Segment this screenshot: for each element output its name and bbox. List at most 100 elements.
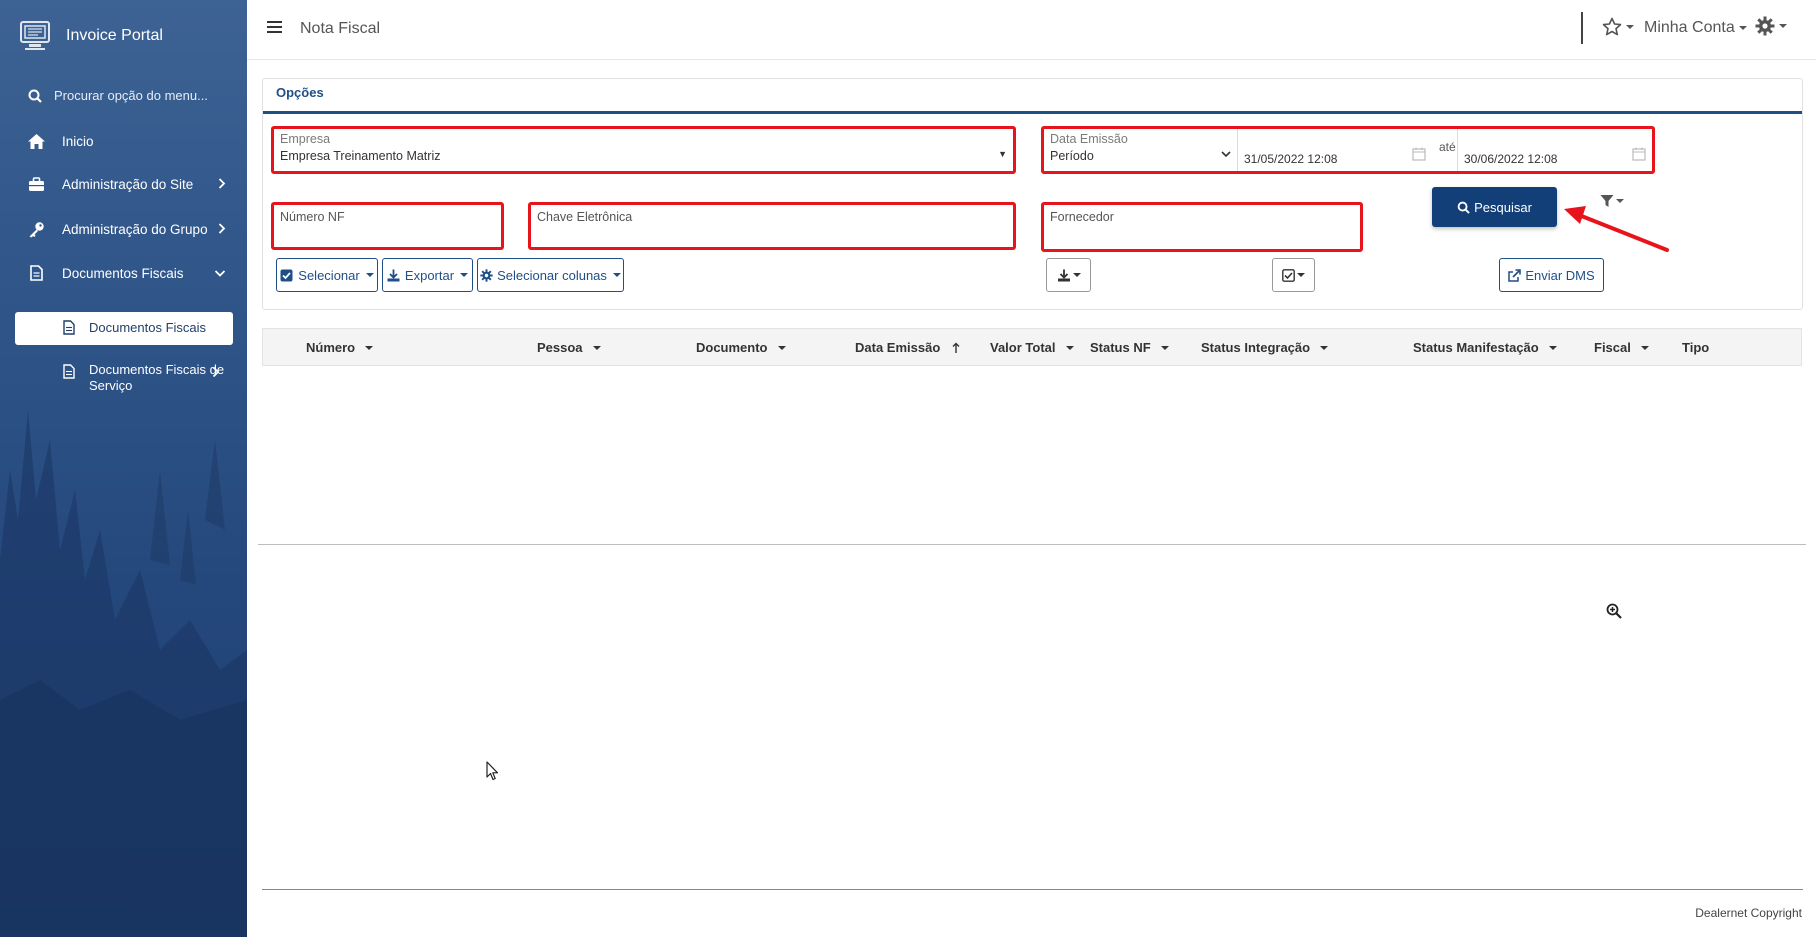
settings-button[interactable] — [1755, 16, 1787, 36]
favorites-button[interactable] — [1602, 17, 1634, 37]
exportar-label: Exportar — [404, 267, 455, 283]
chevron-right-icon — [218, 222, 226, 237]
document-icon — [63, 320, 77, 338]
column-header-status-nf[interactable]: Status NF — [1090, 340, 1169, 355]
caret-down-icon — [365, 273, 374, 277]
sort-caret-icon — [777, 345, 786, 350]
checkbox-checked-icon — [280, 269, 293, 281]
column-header-status-integracao[interactable]: Status Integração — [1201, 340, 1329, 355]
caret-down-icon — [612, 273, 621, 277]
briefcase-icon — [26, 177, 46, 192]
home-icon — [26, 133, 46, 150]
annotation-arrow — [1564, 206, 1669, 252]
exportar-button[interactable]: Exportar — [382, 258, 473, 292]
share-icon — [1508, 268, 1522, 282]
chave-eletronica-label: Chave Eletrônica — [537, 210, 633, 224]
footer-copyright: Dealernet Copyright — [1695, 906, 1802, 920]
chevron-down-icon — [214, 266, 226, 281]
column-header-label: Tipo — [1682, 340, 1710, 355]
selecionar-button[interactable]: Selecionar — [276, 258, 378, 292]
sort-caret-icon — [1640, 345, 1649, 350]
date-to-value: 30/06/2022 12:08 — [1464, 152, 1558, 166]
chevron-right-icon — [218, 177, 226, 192]
caret-down-icon — [1297, 273, 1305, 277]
column-header-label: Status Manifestação — [1413, 340, 1539, 355]
options-title: Opções — [276, 85, 324, 100]
top-header: Nota Fiscal Minha Conta — [247, 0, 1816, 60]
download-options-button[interactable] — [1046, 258, 1091, 292]
sidebar-subitem-documentos-fiscais[interactable]: Documentos Fiscais — [15, 312, 233, 345]
download-icon — [1057, 269, 1070, 281]
menu-search-placeholder: Procurar opção do menu... — [54, 88, 208, 103]
download-icon — [387, 269, 400, 281]
document-icon — [26, 265, 46, 281]
sidebar-item-documentos-fiscais[interactable]: Documentos Fiscais — [26, 265, 226, 281]
data-emissao-group: Data Emissão Período 31/05/2022 12:08 at… — [1041, 126, 1655, 174]
sidebar-item-label: Administração do Grupo — [62, 222, 208, 237]
page-title: Nota Fiscal — [300, 20, 381, 37]
numero-nf-label: Número NF — [280, 210, 345, 224]
column-header-fiscal[interactable]: Fiscal — [1594, 340, 1649, 355]
sort-ascending-icon — [952, 342, 960, 353]
enviar-dms-label: Enviar DMS — [1525, 267, 1595, 283]
selecionar-colunas-label: Selecionar colunas — [497, 267, 607, 283]
chevron-right-icon — [212, 366, 220, 381]
empresa-value: Empresa Treinamento Matriz — [280, 149, 441, 163]
selecionar-colunas-button[interactable]: Selecionar colunas — [477, 258, 624, 292]
data-emissao-label: Data Emissão — [1050, 132, 1128, 146]
enviar-dms-button[interactable]: Enviar DMS — [1499, 258, 1604, 292]
sidebar-item-label: Inicio — [62, 134, 94, 149]
chevron-down-icon — [1221, 145, 1231, 161]
pesquisar-label: Pesquisar — [1474, 199, 1532, 215]
key-icon — [26, 221, 46, 238]
numero-nf-input[interactable]: Número NF — [271, 202, 504, 250]
sidebar-subitem-label: Documentos Fiscais de Serviço — [89, 362, 224, 394]
column-header-label: Documento — [696, 340, 768, 355]
sort-caret-icon — [592, 345, 601, 350]
gear-icon — [1755, 16, 1775, 36]
sort-caret-icon — [1160, 345, 1169, 350]
sidebar-subitem-label: Documentos Fiscais — [89, 320, 207, 335]
sort-caret-icon — [1320, 345, 1329, 350]
date-from-input[interactable]: 31/05/2022 12:08 — [1237, 129, 1432, 171]
brand[interactable]: Invoice Portal — [18, 16, 163, 56]
column-header-data-emissao[interactable]: Data Emissão — [855, 340, 960, 355]
column-header-status-manifestacao[interactable]: Status Manifestação — [1413, 340, 1557, 355]
column-header-valor-total[interactable]: Valor Total — [990, 340, 1074, 355]
sidebar-item-administracao-grupo[interactable]: Administração do Grupo — [26, 221, 226, 238]
date-separator: até — [1439, 140, 1456, 154]
column-header-label: Fiscal — [1594, 340, 1631, 355]
column-header-numero[interactable]: Número — [306, 340, 374, 355]
empresa-select[interactable]: Empresa Empresa Treinamento Matriz ▼ — [271, 126, 1016, 174]
computer-icon — [20, 21, 50, 50]
star-icon — [1602, 17, 1622, 36]
selecionar-label: Selecionar — [298, 267, 360, 283]
sidebar-subitem-documentos-fiscais-servico[interactable]: Documentos Fiscais de Serviço — [15, 362, 233, 394]
forest-background — [0, 410, 247, 937]
zoom-in-icon[interactable] — [1606, 603, 1622, 622]
menu-search[interactable]: Procurar opção do menu... — [28, 88, 208, 103]
check-options-button[interactable] — [1272, 258, 1315, 292]
fornecedor-label: Fornecedor — [1050, 210, 1114, 224]
hamburger-menu-icon[interactable] — [267, 20, 282, 37]
sort-caret-icon — [1548, 345, 1557, 350]
fornecedor-input[interactable]: Fornecedor — [1041, 202, 1363, 252]
date-to-input[interactable]: 30/06/2022 12:08 — [1457, 129, 1652, 171]
data-emissao-select[interactable]: Data Emissão Período — [1044, 129, 1237, 171]
document-icon — [63, 364, 77, 382]
sidebar-item-administracao-site[interactable]: Administração do Site — [26, 177, 226, 192]
caret-down-icon — [1072, 273, 1081, 277]
column-header-documento[interactable]: Documento — [696, 340, 786, 355]
sidebar-item-inicio[interactable]: Inicio — [26, 133, 226, 150]
chave-eletronica-input[interactable]: Chave Eletrônica — [528, 202, 1016, 250]
data-emissao-value: Período — [1050, 149, 1094, 163]
account-menu-button[interactable]: Minha Conta — [1644, 19, 1747, 37]
caret-down-icon — [1779, 24, 1787, 28]
column-header-label: Número — [306, 340, 356, 355]
pesquisar-button[interactable]: Pesquisar — [1432, 187, 1557, 227]
checkbox-checked-icon — [1282, 268, 1295, 282]
column-header-tipo[interactable]: Tipo — [1682, 340, 1709, 355]
column-header-pessoa[interactable]: Pessoa — [537, 340, 601, 355]
sidebar-item-label: Administração do Site — [62, 177, 194, 192]
options-divider — [263, 111, 1802, 114]
